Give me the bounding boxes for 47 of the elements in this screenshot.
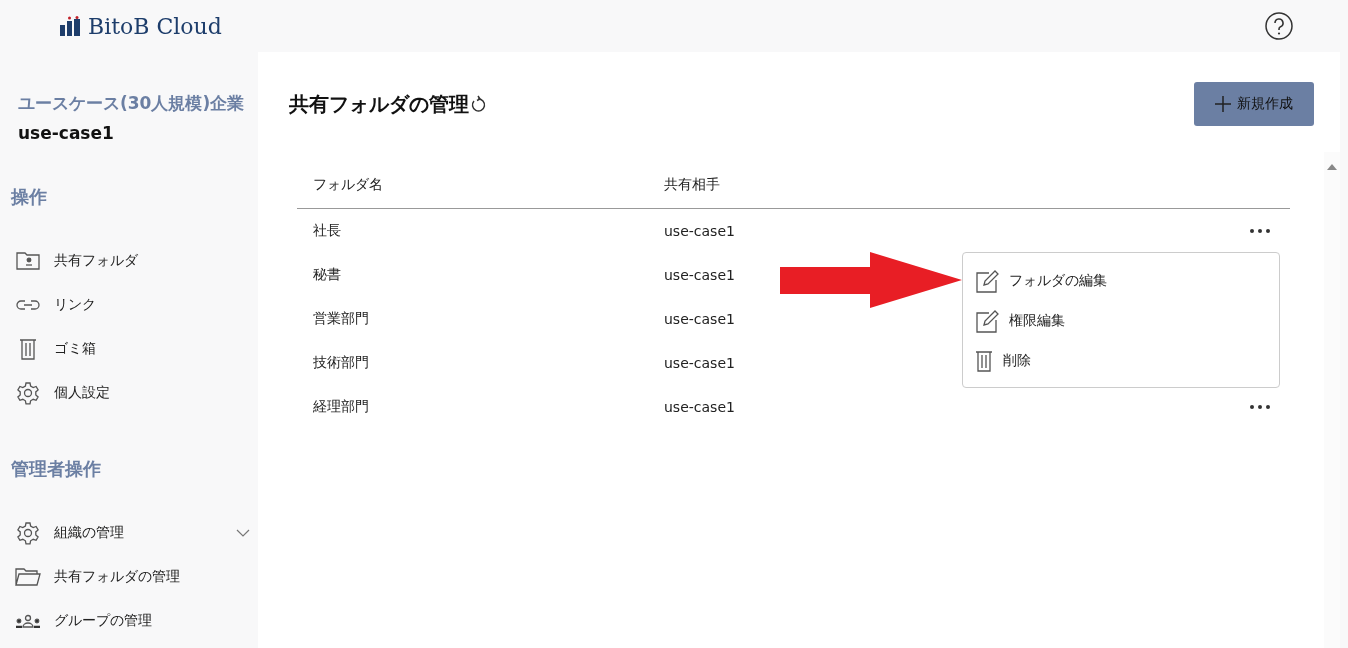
edit-icon	[975, 269, 999, 293]
link-icon	[16, 299, 40, 311]
logo-icon	[60, 16, 82, 36]
table-cell: 営業部門	[313, 310, 369, 328]
menu-item[interactable]: 削除	[1003, 352, 1031, 370]
plus-icon	[1215, 96, 1231, 112]
more-icon[interactable]	[1249, 404, 1271, 410]
more-icon[interactable]	[1249, 228, 1271, 234]
column-header: 共有相手	[664, 176, 720, 194]
help-icon[interactable]	[1265, 12, 1293, 40]
nav-item[interactable]: 組織の管理	[54, 524, 124, 542]
menu-item[interactable]: フォルダの編集	[1009, 272, 1107, 290]
table-cell: use-case1	[664, 223, 735, 239]
folder-user-icon	[16, 252, 40, 270]
table-cell: use-case1	[664, 355, 735, 371]
company-name: ユースケース(30人規模)企業	[17, 92, 246, 115]
nav-item[interactable]: ゴミ箱	[54, 340, 96, 358]
page-title: 共有フォルダの管理	[289, 90, 469, 118]
logo-text: BitoB Cloud	[88, 13, 222, 39]
folder-icon	[15, 568, 41, 586]
table-cell: 秘書	[313, 266, 341, 284]
edit-icon	[975, 309, 999, 333]
gear-icon	[16, 381, 40, 405]
scroll-up-icon[interactable]	[1327, 164, 1337, 170]
chevron-down-icon[interactable]	[236, 529, 250, 537]
nav-item[interactable]: グループの管理	[54, 612, 152, 630]
nav-item[interactable]: 個人設定	[54, 384, 110, 402]
trash-icon	[975, 350, 993, 372]
gear-icon	[16, 521, 40, 545]
group-icon	[15, 614, 41, 628]
column-header: フォルダ名	[313, 176, 383, 194]
section-title: 管理者操作	[11, 457, 102, 481]
menu-item[interactable]: 権限編集	[1009, 312, 1065, 330]
nav-item[interactable]: リンク	[54, 296, 96, 314]
refresh-icon[interactable]	[469, 94, 487, 114]
nav-item[interactable]: 共有フォルダの管理	[54, 568, 180, 586]
table-cell: use-case1	[664, 399, 735, 415]
table-cell: use-case1	[664, 267, 735, 283]
section-title: 操作	[11, 185, 48, 209]
table-cell: use-case1	[664, 311, 735, 327]
nav-item[interactable]: 共有フォルダ	[54, 252, 138, 270]
trash-icon	[19, 338, 37, 360]
user-name: use-case1	[17, 123, 115, 143]
table-cell: 技術部門	[313, 354, 369, 372]
new-button[interactable]: 新規作成	[1194, 82, 1314, 126]
table-cell: 経理部門	[313, 398, 369, 416]
table-cell: 社長	[313, 222, 341, 240]
